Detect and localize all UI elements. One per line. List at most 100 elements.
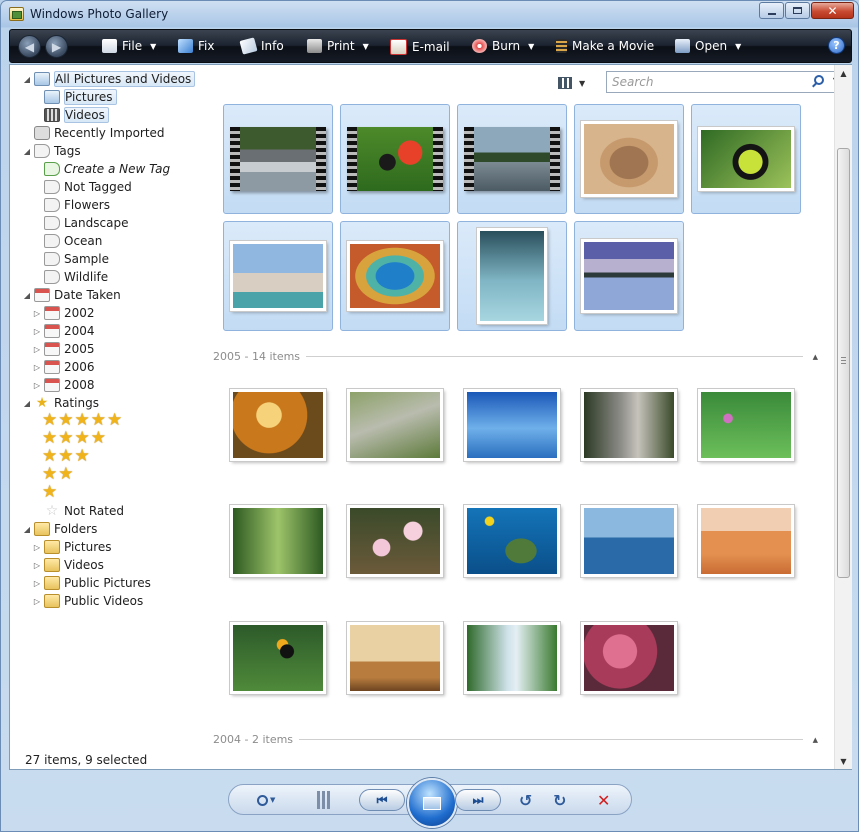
file-menu[interactable]: File ▼ (102, 39, 156, 53)
tree-all-pictures-videos[interactable]: ◢ All Pictures and Videos (22, 70, 196, 88)
tree-not-rated[interactable]: ☆ Not Rated (42, 502, 124, 520)
thumbnail-ocean-pier[interactable] (457, 370, 567, 480)
email-button[interactable]: E-mail (390, 39, 450, 55)
delete-button[interactable]: ✕ (597, 791, 610, 810)
grid-view-icon[interactable] (317, 791, 331, 809)
rating-5-stars[interactable]: ★★★★★ (42, 410, 123, 430)
collapse-group-icon[interactable]: ▲ (813, 353, 818, 361)
search-box[interactable]: Search ▼ (606, 71, 844, 93)
tree-tag-ocean[interactable]: Ocean (42, 232, 102, 250)
make-movie-button[interactable]: Make a Movie (556, 39, 654, 53)
thumbnail-sea-turtle[interactable] (457, 486, 567, 596)
thumbnail-blossoms[interactable] (340, 486, 450, 596)
expand-icon[interactable]: ▷ (32, 345, 42, 354)
thumbnail-savanna-tree[interactable] (340, 603, 450, 713)
expand-icon[interactable]: ▷ (32, 597, 42, 606)
info-button[interactable]: Info (239, 37, 284, 55)
tree-year-2005[interactable]: ▷ 2005 (32, 340, 95, 358)
expand-icon[interactable]: ▷ (32, 309, 42, 318)
rotate-left-button[interactable]: ↺ (519, 791, 532, 810)
thumbnail-green-butterfly[interactable] (691, 104, 801, 214)
minimize-button[interactable] (759, 2, 784, 19)
thumbnail-video-bear[interactable] (223, 104, 333, 214)
expand-icon[interactable]: ▷ (32, 579, 42, 588)
tree-folder-pictures[interactable]: ▷ Pictures (32, 538, 112, 556)
expand-icon[interactable]: ▷ (32, 363, 42, 372)
tree-date-taken[interactable]: ◢ Date Taken (22, 286, 121, 304)
rating-1-star[interactable]: ★ (42, 482, 58, 502)
group-header-2005[interactable]: 2005 - 14 items ▲ (213, 350, 818, 363)
collapse-icon[interactable]: ◢ (22, 147, 32, 156)
tree-year-2008[interactable]: ▷ 2008 (32, 376, 95, 394)
thumbnail-whale-tail[interactable] (574, 486, 684, 596)
collapse-icon[interactable]: ◢ (22, 291, 32, 300)
expand-icon[interactable]: ▷ (32, 561, 42, 570)
thumbnail-mountain-lake[interactable] (574, 221, 684, 331)
expand-icon[interactable]: ▷ (32, 327, 42, 336)
scroll-down-icon[interactable]: ▼ (835, 753, 852, 769)
tree-folder-videos[interactable]: ▷ Videos (32, 556, 104, 574)
rotate-right-button[interactable]: ↻ (553, 791, 566, 810)
burn-menu[interactable]: Burn ▼ (472, 39, 534, 53)
tree-tag-flowers[interactable]: Flowers (42, 196, 110, 214)
thumbnail-arch-rock[interactable] (223, 221, 333, 331)
thumbnail-cat[interactable] (574, 104, 684, 214)
rating-4-stars[interactable]: ★★★★ (42, 428, 107, 448)
collapse-icon[interactable]: ◢ (22, 525, 32, 534)
expand-icon[interactable]: ▷ (32, 381, 42, 390)
tree-recently-imported[interactable]: Recently Imported (32, 124, 165, 142)
tree-year-2002[interactable]: ▷ 2002 (32, 304, 95, 322)
search-icon[interactable] (814, 75, 824, 85)
tree-videos[interactable]: Videos (42, 106, 109, 124)
thumbnail-waterfall[interactable] (457, 603, 567, 713)
expand-icon[interactable]: ▷ (32, 543, 42, 552)
thumbnail-autumn-tree[interactable] (223, 370, 333, 480)
tree-folder-public-videos[interactable]: ▷ Public Videos (32, 592, 143, 610)
collapse-icon[interactable]: ◢ (22, 75, 32, 84)
forward-button[interactable]: ▶ (45, 35, 68, 58)
tree-tag-wildlife[interactable]: Wildlife (42, 268, 108, 286)
zoom-button[interactable]: ▼ (257, 791, 275, 809)
tree-folder-public-pictures[interactable]: ▷ Public Pictures (32, 574, 151, 592)
tree-folders[interactable]: ◢ Folders (22, 520, 97, 538)
vertical-scrollbar[interactable]: ▲ ▼ (834, 65, 852, 769)
collapse-group-icon[interactable]: ▲ (813, 736, 818, 744)
tree-pictures[interactable]: Pictures (42, 88, 117, 106)
group-header-2004[interactable]: 2004 - 2 items ▲ (213, 733, 818, 746)
back-button[interactable]: ◀ (18, 35, 41, 58)
thumbnail-toucan[interactable] (223, 603, 333, 713)
thumbnail-video-lake[interactable] (457, 104, 567, 214)
tree-year-2006[interactable]: ▷ 2006 (32, 358, 95, 376)
thumbnail-ice-cave[interactable] (457, 221, 567, 331)
thumbnail-stream-meadow[interactable] (340, 370, 450, 480)
thumbnail-hot-spring[interactable] (340, 221, 450, 331)
close-button[interactable]: ✕ (811, 2, 854, 19)
help-icon[interactable]: ? (828, 37, 845, 54)
tree-create-tag[interactable]: Create a New Tag (42, 160, 170, 178)
tree-tag-landscape[interactable]: Landscape (42, 214, 128, 232)
scroll-up-icon[interactable]: ▲ (835, 65, 852, 81)
thumbnail-red-coral[interactable] (574, 603, 684, 713)
tree-tags[interactable]: ◢ Tags (22, 142, 81, 160)
print-menu[interactable]: Print ▼ (307, 39, 369, 53)
view-options-button[interactable]: ▼ (558, 75, 590, 91)
search-input[interactable]: Search (612, 75, 654, 89)
thumbnail-granite-cliff[interactable] (574, 370, 684, 480)
thumbnail-green-plants[interactable] (691, 370, 801, 480)
tree-tag-sample[interactable]: Sample (42, 250, 109, 268)
tree-not-tagged[interactable]: Not Tagged (42, 178, 132, 196)
thumbnail-desert-oryx[interactable] (691, 486, 801, 596)
previous-button[interactable]: ⏮ (359, 789, 405, 811)
thumbnail-video-butterfly[interactable] (340, 104, 450, 214)
open-menu[interactable]: Open ▼ (675, 39, 741, 53)
thumbnail-forest-path[interactable] (223, 486, 333, 596)
rating-2-stars[interactable]: ★★ (42, 464, 74, 484)
next-button[interactable]: ⏭ (455, 789, 501, 811)
maximize-button[interactable] (785, 2, 810, 19)
scrollbar-thumb[interactable] (837, 148, 850, 578)
slideshow-button[interactable] (407, 778, 457, 828)
rating-3-stars[interactable]: ★★★ (42, 446, 91, 466)
fix-button[interactable]: Fix (178, 39, 214, 53)
collapse-icon[interactable]: ◢ (22, 399, 32, 408)
tree-year-2004[interactable]: ▷ 2004 (32, 322, 95, 340)
